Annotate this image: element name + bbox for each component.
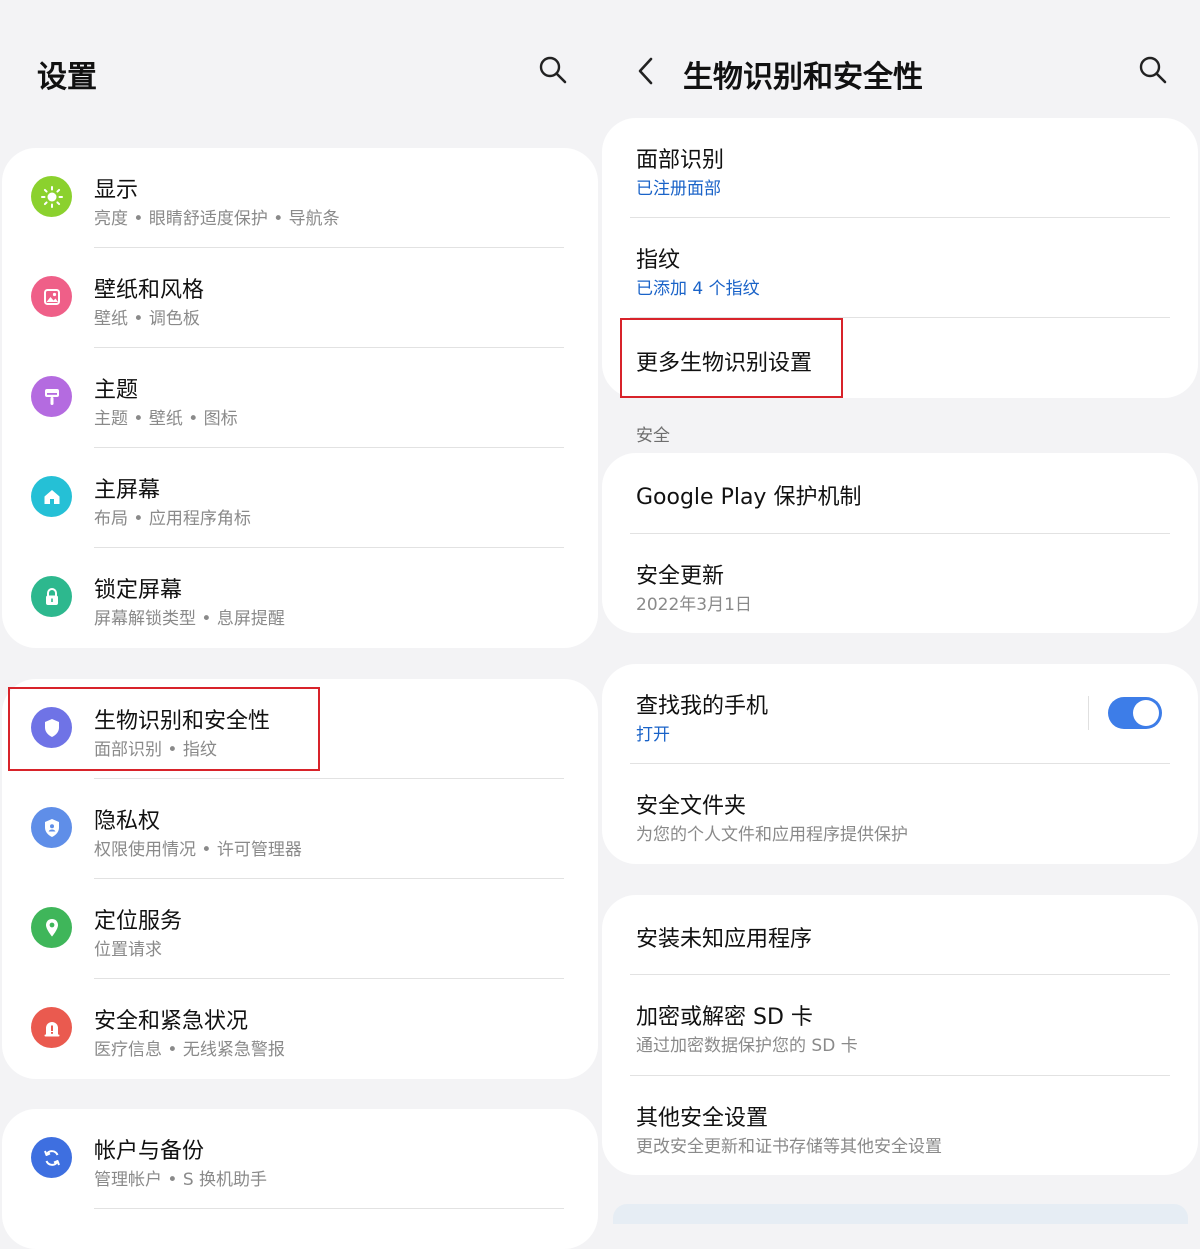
item-subtitle: 医疗信息 • 无线紧急警报: [94, 1040, 285, 1060]
settings-group-accounts: 帐户与备份 管理帐户 • S 换机助手: [2, 1109, 598, 1249]
item-subtitle: 屏幕解锁类型 • 息屏提醒: [94, 609, 285, 629]
item-title: 主屏幕: [94, 478, 161, 503]
item-title: 隐私权: [94, 809, 161, 834]
item-title: 加密或解密 SD 卡: [636, 1005, 813, 1030]
settings-item-themes[interactable]: 主题 主题 • 壁纸 • 图标: [2, 348, 598, 448]
item-title: Google Play 保护机制: [636, 485, 862, 510]
item-title: 安全文件夹: [636, 794, 747, 819]
back-arrow-icon: [638, 57, 653, 85]
item-title: 显示: [94, 178, 139, 203]
item-title: 安全更新: [636, 564, 725, 589]
item-subtitle: 管理帐户 • S 换机助手: [94, 1170, 268, 1190]
find-my-phone-toggle[interactable]: [1108, 697, 1162, 729]
back-button[interactable]: [632, 54, 662, 88]
item-subtitle: 面部识别 • 指纹: [94, 740, 217, 760]
secure-folder-item[interactable]: 安全文件夹 为您的个人文件和应用程序提供保护: [602, 764, 1198, 864]
settings-item-home-screen[interactable]: 主屏幕 布局 • 应用程序角标: [2, 448, 598, 548]
item-subtitle: 亮度 • 眼睛舒适度保护 • 导航条: [94, 209, 340, 229]
item-subtitle: 为您的个人文件和应用程序提供保护: [636, 825, 908, 845]
item-subtitle: 位置请求: [94, 940, 162, 960]
security-update-item[interactable]: 安全更新 2022年3月1日: [602, 534, 1198, 633]
item-subtitle: 主题 • 壁纸 • 图标: [94, 409, 238, 429]
home-icon: [31, 476, 72, 517]
item-title: 安全和紧急状况: [94, 1009, 249, 1034]
image-icon: [31, 276, 72, 317]
item-title: 壁纸和风格: [94, 278, 205, 303]
bottom-card-peek: [613, 1204, 1188, 1224]
item-title: 查找我的手机: [636, 694, 769, 719]
divider: [94, 1208, 564, 1209]
toggle-knob: [1133, 700, 1159, 726]
item-title: 其他安全设置: [636, 1106, 769, 1131]
other-security-settings-item[interactable]: 其他安全设置 更改安全更新和证书存储等其他安全设置: [602, 1076, 1198, 1175]
item-title: 定位服务: [94, 909, 183, 934]
search-icon: [1139, 56, 1167, 84]
settings-panel: 设置 显示 亮度 • 眼睛舒适度保护 • 导航条 壁纸和风格 壁纸 • 调色板 …: [0, 0, 600, 1249]
other-security-card: 安装未知应用程序 加密或解密 SD 卡 通过加密数据保护您的 SD 卡 其他安全…: [602, 895, 1198, 1175]
fingerprint-item[interactable]: 指纹 已添加 4 个指纹: [602, 218, 1198, 318]
item-subtitle: 已添加 4 个指纹: [636, 279, 760, 299]
item-subtitle: 已注册面部: [636, 179, 721, 199]
face-recognition-item[interactable]: 面部识别 已注册面部: [602, 118, 1198, 218]
item-title: 帐户与备份: [94, 1139, 205, 1164]
page-title: 生物识别和安全性: [683, 60, 923, 95]
biometrics-card: 面部识别 已注册面部 指纹 已添加 4 个指纹 更多生物识别设置: [602, 118, 1198, 398]
settings-item-emergency[interactable]: 安全和紧急状况 医疗信息 • 无线紧急警报: [2, 979, 598, 1079]
settings-item-biometrics[interactable]: 生物识别和安全性 面部识别 • 指纹: [2, 679, 598, 779]
item-subtitle: 打开: [636, 725, 670, 745]
find-phone-card: 查找我的手机 打开 安全文件夹 为您的个人文件和应用程序提供保护: [602, 664, 1198, 864]
settings-item-accounts-backup[interactable]: 帐户与备份 管理帐户 • S 换机助手: [2, 1109, 598, 1209]
location-pin-icon: [31, 907, 72, 948]
encrypt-sd-item[interactable]: 加密或解密 SD 卡 通过加密数据保护您的 SD 卡: [602, 975, 1198, 1075]
item-title: 更多生物识别设置: [636, 351, 813, 376]
sun-icon: [31, 176, 72, 217]
find-my-phone-item[interactable]: 查找我的手机 打开: [602, 664, 1198, 764]
google-play-protect-item[interactable]: Google Play 保护机制: [602, 453, 1198, 533]
settings-item-display[interactable]: 显示 亮度 • 眼睛舒适度保护 • 导航条: [2, 148, 598, 248]
settings-item-privacy[interactable]: 隐私权 权限使用情况 • 许可管理器: [2, 779, 598, 879]
sync-icon: [31, 1137, 72, 1178]
privacy-shield-icon: [31, 807, 72, 848]
lock-icon: [31, 576, 72, 617]
settings-item-lock-screen[interactable]: 锁定屏幕 屏幕解锁类型 • 息屏提醒: [2, 548, 598, 648]
search-button[interactable]: [537, 54, 569, 86]
more-biometrics-item[interactable]: 更多生物识别设置: [602, 318, 1198, 398]
alert-icon: [31, 1007, 72, 1048]
item-title: 锁定屏幕: [94, 578, 183, 603]
settings-item-wallpaper[interactable]: 壁纸和风格 壁纸 • 调色板: [2, 248, 598, 348]
item-subtitle: 2022年3月1日: [636, 595, 752, 615]
item-subtitle: 通过加密数据保护您的 SD 卡: [636, 1036, 858, 1056]
security-card: Google Play 保护机制 安全更新 2022年3月1日: [602, 453, 1198, 633]
item-title: 指纹: [636, 248, 681, 273]
item-title: 安装未知应用程序: [636, 927, 813, 952]
search-icon: [539, 56, 567, 84]
brush-icon: [31, 376, 72, 417]
install-unknown-apps-item[interactable]: 安装未知应用程序: [602, 895, 1198, 975]
settings-item-location[interactable]: 定位服务 位置请求: [2, 879, 598, 979]
section-header-security: 安全: [636, 426, 670, 446]
search-button[interactable]: [1137, 54, 1169, 86]
item-title: 面部识别: [636, 148, 725, 173]
settings-group-security: 生物识别和安全性 面部识别 • 指纹 隐私权 权限使用情况 • 许可管理器 定位…: [2, 679, 598, 1079]
item-subtitle: 权限使用情况 • 许可管理器: [94, 840, 302, 860]
item-subtitle: 布局 • 应用程序角标: [94, 509, 251, 529]
item-title: 主题: [94, 378, 139, 403]
item-subtitle: 更改安全更新和证书存储等其他安全设置: [636, 1137, 942, 1157]
item-subtitle: 壁纸 • 调色板: [94, 309, 200, 329]
item-title: 生物识别和安全性: [94, 709, 271, 734]
shield-icon: [31, 707, 72, 748]
toggle-separator: [1088, 696, 1089, 730]
settings-group-display: 显示 亮度 • 眼睛舒适度保护 • 导航条 壁纸和风格 壁纸 • 调色板 主题 …: [2, 148, 598, 648]
page-title: 设置: [37, 60, 97, 95]
